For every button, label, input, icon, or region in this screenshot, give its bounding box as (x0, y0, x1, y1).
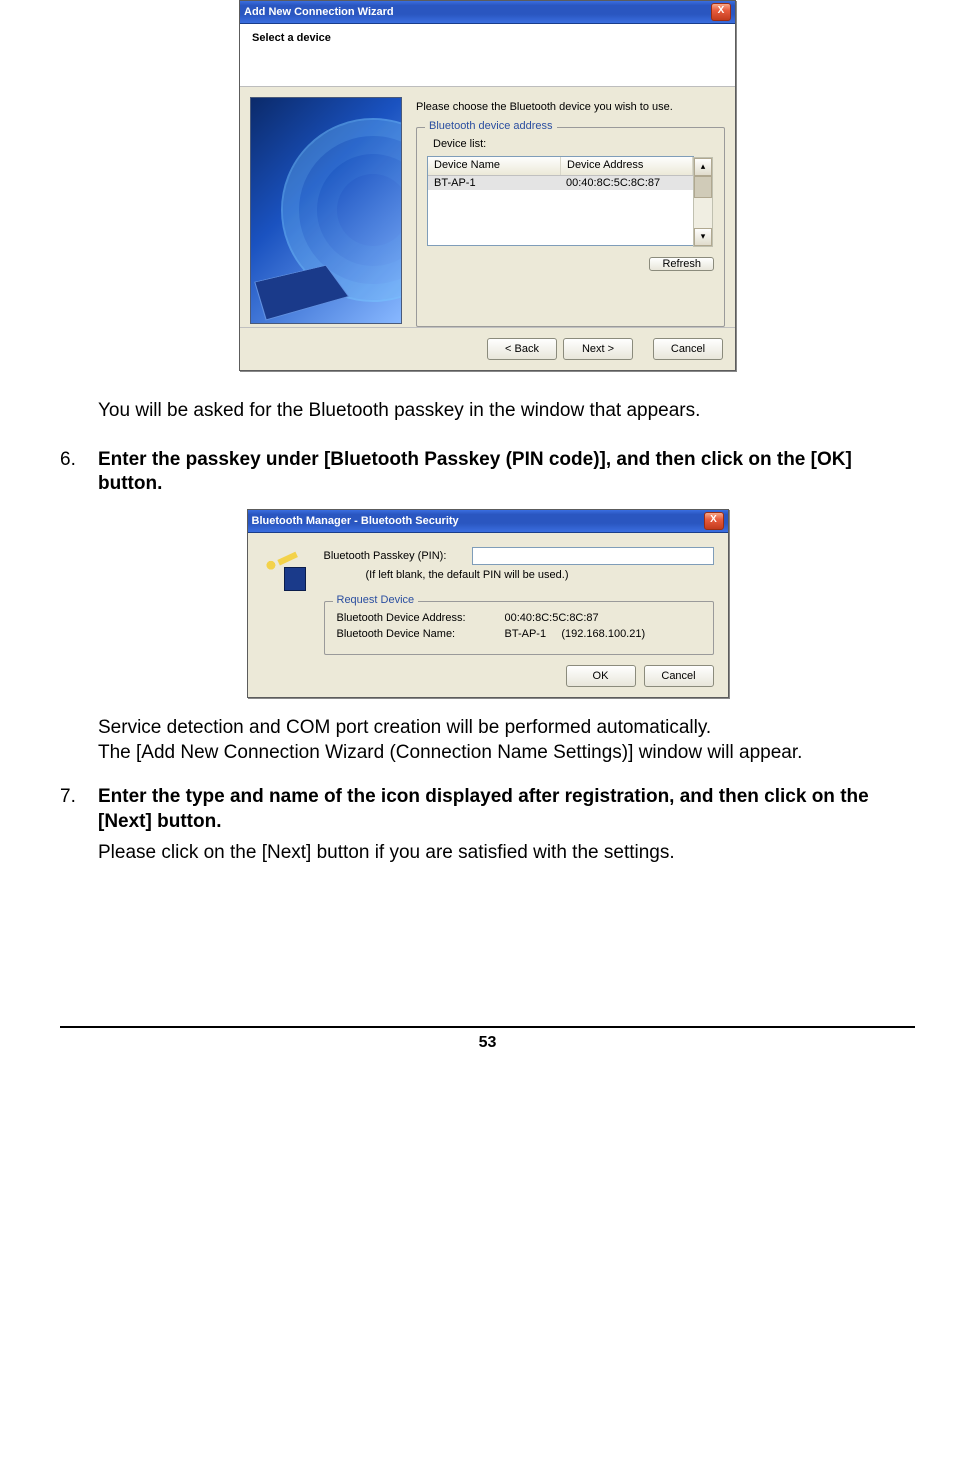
step-7-followup: Please click on the [Next] button if you… (98, 841, 915, 866)
request-device-group: Request Device Bluetooth Device Address:… (324, 601, 714, 655)
cell-device-address: 00:40:8C:5C:8C:87 (560, 176, 693, 190)
page-number: 53 (60, 1026, 915, 1052)
pin-label: Bluetooth Passkey (PIN): (324, 550, 464, 562)
addr-value: 00:40:8C:5C:8C:87 (505, 612, 599, 624)
name-label: Bluetooth Device Name: (337, 628, 497, 640)
step-6-text: Enter the passkey under [Bluetooth Passk… (98, 448, 915, 497)
col-device-address[interactable]: Device Address (561, 157, 693, 175)
device-address-group: Bluetooth device address Device list: De… (416, 127, 725, 327)
ok-button[interactable]: OK (566, 665, 636, 687)
scroll-up-icon[interactable]: ▴ (694, 158, 712, 176)
doc-paragraph: You will be asked for the Bluetooth pass… (98, 399, 915, 424)
scroll-down-icon[interactable]: ▾ (694, 228, 712, 246)
scroll-thumb[interactable] (694, 176, 712, 198)
wizard-titlebar[interactable]: Add New Connection Wizard X (240, 1, 735, 24)
key-lock-icon (262, 547, 306, 591)
next-button[interactable]: Next > (563, 338, 633, 360)
back-button[interactable]: < Back (487, 338, 557, 360)
pin-hint: (If left blank, the default PIN will be … (366, 569, 714, 581)
refresh-button[interactable]: Refresh (649, 257, 714, 271)
security-title: Bluetooth Manager - Bluetooth Security (252, 515, 459, 527)
cell-device-name: BT-AP-1 (428, 176, 560, 190)
close-icon[interactable]: X (704, 512, 724, 530)
wizard-title: Add New Connection Wizard (244, 6, 394, 18)
device-listview[interactable]: Device Name Device Address BT-AP-1 00:40… (427, 156, 694, 246)
close-icon[interactable]: X (711, 3, 731, 21)
pin-input[interactable] (472, 547, 714, 565)
col-device-name[interactable]: Device Name (428, 157, 561, 175)
request-legend: Request Device (333, 594, 419, 606)
wizard-instruction: Please choose the Bluetooth device you w… (416, 101, 725, 113)
group-legend: Bluetooth device address (425, 120, 557, 132)
cancel-button[interactable]: Cancel (644, 665, 714, 687)
step-number: 6. (60, 448, 98, 497)
bluetooth-security-dialog: Bluetooth Manager - Bluetooth Security X… (247, 509, 729, 698)
wizard-subheader: Select a device (240, 24, 735, 87)
addr-label: Bluetooth Device Address: (337, 612, 497, 624)
step-7-text: Enter the type and name of the icon disp… (98, 786, 869, 832)
name-value: BT-AP-1 (192.168.100.21) (505, 628, 646, 640)
doc-paragraph: Service detection and COM port creation … (98, 716, 915, 741)
wizard-graphic (250, 97, 402, 324)
list-scrollbar[interactable]: ▴ ▾ (693, 157, 713, 247)
security-titlebar[interactable]: Bluetooth Manager - Bluetooth Security X (248, 510, 728, 533)
step-number: 7. (60, 785, 98, 834)
doc-paragraph: The [Add New Connection Wizard (Connecti… (98, 741, 915, 766)
cancel-button[interactable]: Cancel (653, 338, 723, 360)
device-list-label: Device list: (433, 138, 714, 150)
add-connection-wizard: Add New Connection Wizard X Select a dev… (239, 0, 736, 371)
wizard-subtitle: Select a device (252, 32, 331, 44)
device-row[interactable]: BT-AP-1 00:40:8C:5C:8C:87 (428, 176, 693, 190)
